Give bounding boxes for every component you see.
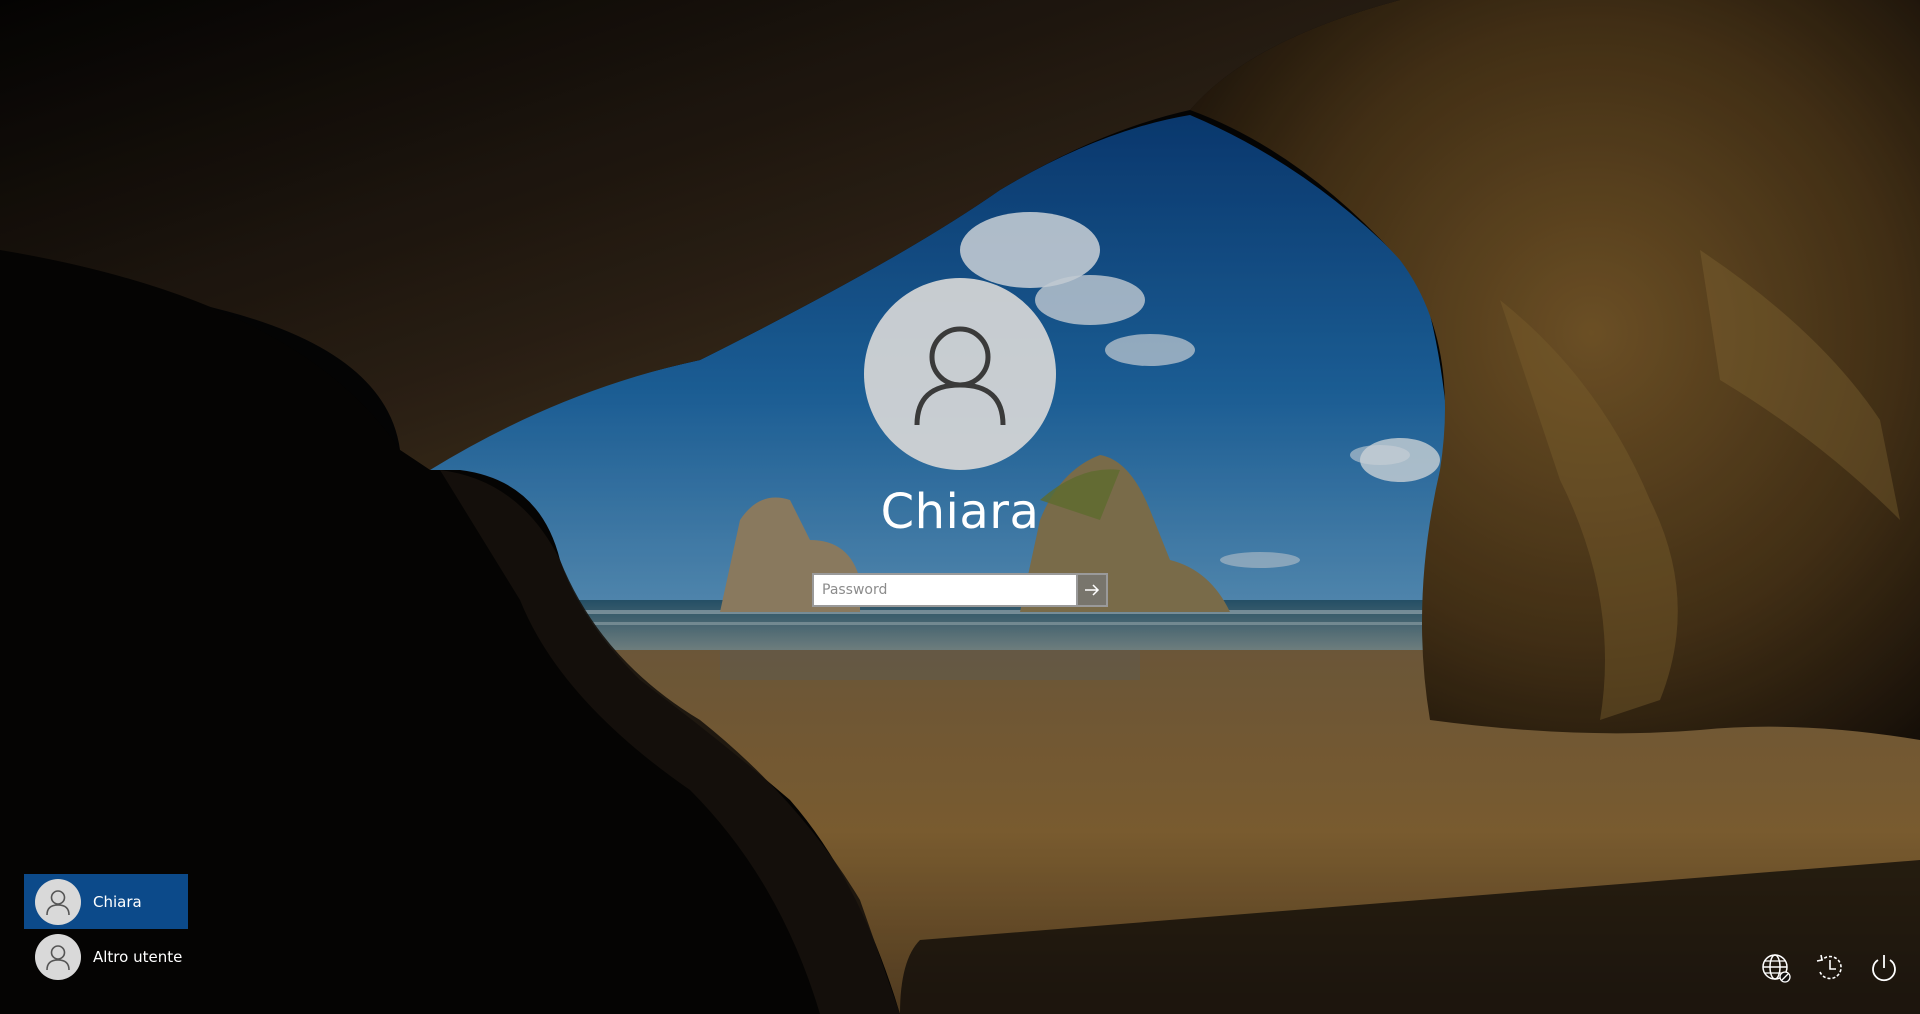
avatar: [35, 933, 81, 980]
password-input[interactable]: [812, 573, 1076, 607]
password-box: [812, 573, 1108, 607]
user-list-item-other[interactable]: Altro utente: [24, 929, 188, 984]
accessibility-button[interactable]: [1810, 948, 1850, 988]
user-list: Chiara Altro utente: [24, 874, 188, 984]
accessibility-icon: [1816, 954, 1842, 980]
avatar: [35, 878, 81, 925]
user-icon: [46, 944, 70, 970]
user-avatar: [864, 278, 1056, 470]
network-icon: [1762, 954, 1791, 983]
user-list-item-label: Altro utente: [93, 947, 183, 966]
power-icon: [1872, 955, 1896, 982]
network-button[interactable]: [1756, 948, 1796, 988]
submit-button[interactable]: [1076, 573, 1108, 607]
lock-screen: Chiara Chiara Altro utente: [0, 0, 1920, 1014]
power-button[interactable]: [1864, 948, 1904, 988]
user-icon: [914, 326, 1006, 426]
user-list-item-chiara[interactable]: Chiara: [24, 874, 188, 929]
user-list-item-label: Chiara: [93, 892, 142, 911]
wallpaper: [0, 0, 1920, 1014]
arrow-right-icon: [1085, 584, 1100, 596]
system-tray: [1756, 948, 1904, 988]
user-icon: [46, 889, 70, 915]
